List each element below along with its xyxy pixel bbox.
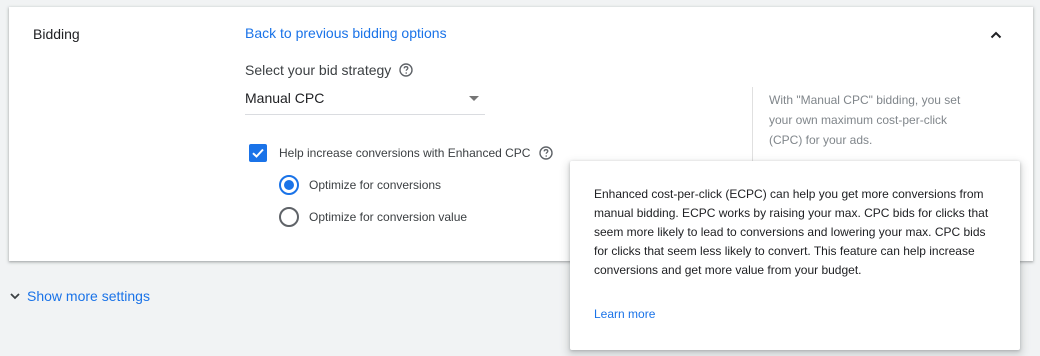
learn-more-link[interactable]: Learn more bbox=[594, 307, 655, 321]
back-to-bidding-options-link[interactable]: Back to previous bidding options bbox=[245, 25, 447, 41]
vertical-divider bbox=[752, 87, 753, 162]
bid-strategy-select[interactable]: Manual CPC bbox=[245, 83, 485, 115]
strategy-description: With "Manual CPC" bidding, you set your … bbox=[769, 93, 961, 147]
help-icon[interactable] bbox=[539, 146, 554, 160]
dropdown-arrow-icon bbox=[469, 96, 479, 101]
show-more-settings-button[interactable]: Show more settings bbox=[9, 288, 150, 304]
optimize-conversions-label: Optimize for conversions bbox=[309, 178, 442, 192]
selected-strategy: Manual CPC bbox=[245, 90, 325, 106]
section-title: Bidding bbox=[33, 26, 80, 42]
optimize-conversions-option: Optimize for conversions bbox=[279, 175, 441, 195]
enhanced-cpc-label: Help increase conversions with Enhanced … bbox=[279, 146, 531, 160]
optimize-conversion-value-radio[interactable] bbox=[279, 207, 299, 227]
optimize-conversions-radio[interactable] bbox=[279, 175, 299, 195]
tooltip-text: Enhanced cost-per-click (ECPC) can help … bbox=[594, 187, 989, 277]
enhanced-cpc-tooltip: Enhanced cost-per-click (ECPC) can help … bbox=[570, 161, 1020, 350]
enhanced-cpc-row: Help increase conversions with Enhanced … bbox=[249, 144, 554, 162]
bid-strategy-label-text: Select your bid strategy bbox=[245, 62, 392, 78]
bid-strategy-label: Select your bid strategy bbox=[245, 62, 413, 78]
check-icon bbox=[252, 148, 264, 158]
enhanced-cpc-checkbox[interactable] bbox=[249, 144, 267, 162]
optimize-conversion-value-option: Optimize for conversion value bbox=[279, 207, 467, 227]
show-more-settings-label: Show more settings bbox=[27, 288, 150, 304]
chevron-up-icon bbox=[990, 31, 1002, 39]
collapse-button[interactable] bbox=[987, 26, 1005, 44]
optimize-conversion-value-label: Optimize for conversion value bbox=[309, 210, 468, 224]
chevron-down-icon bbox=[10, 293, 20, 300]
help-icon[interactable] bbox=[399, 63, 413, 77]
